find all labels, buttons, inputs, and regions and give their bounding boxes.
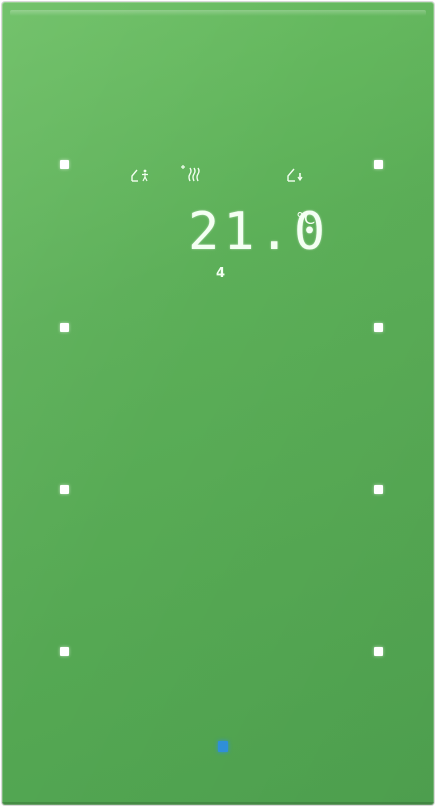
status-led (218, 741, 228, 752)
touch-key-right-4[interactable] (374, 647, 383, 656)
heating-icon (180, 163, 204, 187)
glass-sheen (2, 2, 434, 805)
presence-mode-icon (130, 167, 152, 187)
touch-key-right-3[interactable] (374, 485, 383, 494)
touch-key-left-4[interactable] (60, 647, 69, 656)
top-edge-highlight (10, 10, 426, 16)
touch-key-right-2[interactable] (374, 323, 383, 332)
level-indicator: 4 (216, 266, 226, 281)
touch-key-left-2[interactable] (60, 323, 69, 332)
touch-key-right-1[interactable] (374, 160, 383, 169)
touch-sensor-panel: 21.0 °C 4 (2, 2, 434, 805)
touch-key-left-1[interactable] (60, 160, 69, 169)
bottom-edge (2, 802, 434, 805)
temperature-unit: °C (296, 209, 316, 228)
touch-key-left-3[interactable] (60, 485, 69, 494)
standby-mode-icon (286, 166, 306, 187)
